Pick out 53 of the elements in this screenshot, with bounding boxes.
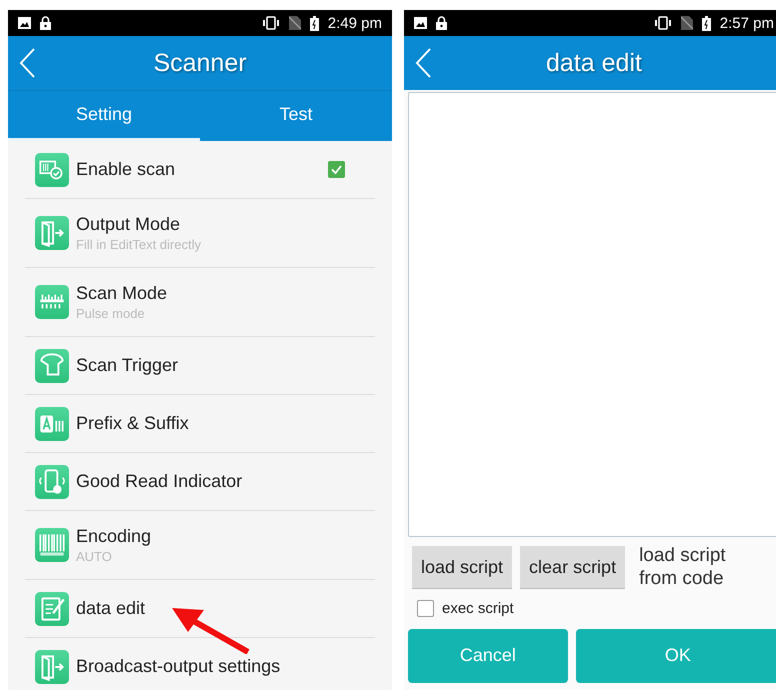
item-title: Scan Mode (76, 283, 168, 304)
settings-item-icon (35, 464, 69, 498)
vibrate-icon (262, 16, 280, 30)
image-icon (18, 17, 31, 29)
item-title: Broadcast-output settings (76, 656, 282, 677)
item-title: data edit (76, 598, 146, 619)
no-sim-icon (288, 16, 301, 30)
item-title: Prefix & Suffix (76, 413, 190, 434)
settings-item-icon (35, 216, 69, 250)
settings-item-icon (35, 406, 69, 440)
lock-icon (40, 16, 51, 30)
settings-item[interactable]: Scan Trigger (25, 337, 375, 395)
item-title: Good Read Indicator (76, 471, 244, 492)
settings-item-icon (35, 285, 69, 319)
no-sim-icon (680, 16, 693, 30)
settings-item[interactable]: Enable scan (25, 141, 375, 199)
checkbox[interactable] (328, 161, 345, 178)
note-text: load script from code (639, 545, 727, 591)
lock-icon (436, 16, 447, 30)
tab[interactable]: Setting (8, 91, 200, 141)
item-subtitle: Pulse mode (76, 306, 146, 321)
settings-item-icon (35, 650, 69, 684)
item-subtitle: AUTO (76, 549, 113, 564)
screen-title: data edit (545, 48, 643, 78)
settings-item-icon (35, 348, 69, 382)
settings-item[interactable]: Broadcast-output settings (25, 638, 375, 690)
item-subtitle: Fill in EditText directly (76, 237, 202, 252)
settings-item[interactable]: Encoding AUTO (25, 511, 375, 580)
item-title: Output Mode (76, 214, 182, 235)
settings-item[interactable]: Scan Mode Pulse mode (25, 268, 375, 337)
battery-icon (702, 16, 711, 30)
image-icon (414, 17, 427, 29)
vibrate-icon (654, 16, 672, 30)
script-button[interactable]: load script (412, 546, 512, 590)
settings-item-icon (35, 592, 69, 626)
settings-item[interactable]: Output Mode Fill in EditText directly (25, 199, 375, 268)
item-title: Scan Trigger (76, 355, 180, 376)
back-icon[interactable] (18, 47, 36, 79)
status-time: 2:49 pm (328, 14, 382, 32)
settings-item-icon (35, 152, 69, 186)
screen-title: Scanner (152, 48, 248, 78)
script-button[interactable]: clear script (520, 546, 626, 590)
settings-item[interactable]: Prefix & Suffix (25, 395, 375, 453)
battery-icon (310, 16, 319, 30)
settings-item-icon (35, 528, 69, 562)
tab[interactable]: Test (200, 91, 392, 141)
status-time: 2:57 pm (720, 14, 774, 32)
settings-item[interactable]: Good Read Indicator (25, 453, 375, 511)
checkbox-label: exec script (442, 600, 514, 617)
item-title: Enable scan (76, 159, 176, 180)
back-icon[interactable] (414, 47, 432, 79)
checkbox[interactable] (417, 600, 434, 617)
item-title: Encoding (76, 526, 152, 547)
